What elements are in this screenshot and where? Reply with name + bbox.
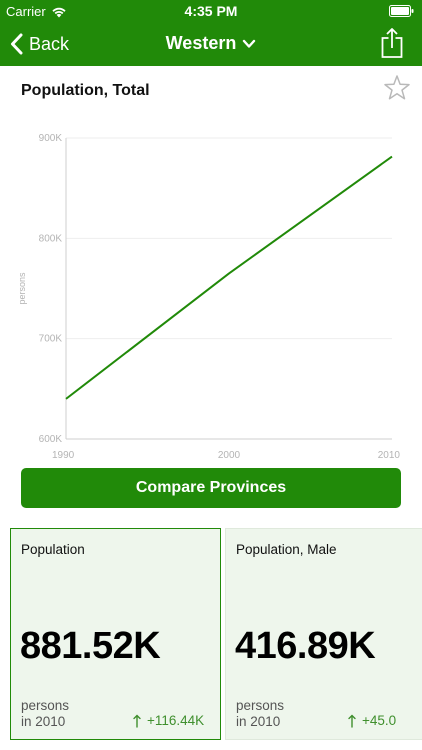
card-unit: persons: [236, 698, 285, 713]
card-value: 881.52K: [20, 625, 161, 667]
status-bar: Carrier 4:35 PM: [0, 0, 422, 22]
card-label: Population, Male: [236, 542, 337, 557]
population-chart: 600K 700K 800K 900K 1990 2000 2010 persons: [0, 120, 422, 466]
card-value: 416.89K: [235, 625, 376, 667]
card-change: +45.0: [348, 713, 396, 728]
card-change-value: +116.44K: [147, 713, 205, 728]
app-screen: Carrier 4:35 PM Back Western Population,…: [0, 0, 422, 750]
nav-bar: Back Western: [0, 22, 422, 66]
up-arrow-icon: [348, 714, 356, 728]
battery-icon: [389, 5, 414, 17]
card-label: Population: [21, 542, 85, 557]
y-tick-label: 700K: [39, 334, 63, 345]
region-selector[interactable]: Western: [0, 33, 422, 54]
card-year: in 2010: [236, 714, 281, 729]
x-tick-label: 1990: [52, 450, 75, 461]
card-year: in 2010: [21, 714, 66, 729]
status-time: 4:35 PM: [184, 3, 238, 19]
share-icon[interactable]: [380, 27, 404, 59]
compare-provinces-button[interactable]: Compare Provinces: [21, 468, 401, 508]
chevron-down-icon: [243, 39, 256, 48]
indicator-title: Population, Total: [21, 82, 150, 99]
up-arrow-icon: [133, 714, 141, 728]
page-title: Western: [165, 33, 237, 53]
y-tick-label: 600K: [39, 434, 63, 445]
series-line: [65, 155, 393, 400]
star-icon[interactable]: [383, 74, 411, 102]
y-axis-title: persons: [17, 272, 27, 305]
x-tick-label: 2000: [218, 450, 241, 461]
card-change-value: +45.0: [362, 713, 397, 728]
y-tick-label: 900K: [39, 133, 63, 144]
header: Carrier 4:35 PM Back Western: [0, 0, 422, 66]
card-change: +116.44K: [133, 713, 204, 728]
indicator-cards: Population 881.52K persons in 2010 +116.…: [0, 528, 422, 740]
chart-svg: 600K 700K 800K 900K 1990 2000 2010 persons: [17, 133, 401, 461]
indicator-card-population-male[interactable]: Population, Male 416.89K persons in 2010…: [225, 528, 422, 740]
card-unit: persons: [21, 698, 70, 713]
indicator-card-population[interactable]: Population 881.52K persons in 2010 +116.…: [10, 528, 221, 740]
x-tick-label: 2010: [378, 450, 401, 461]
y-tick-label: 800K: [39, 233, 63, 244]
